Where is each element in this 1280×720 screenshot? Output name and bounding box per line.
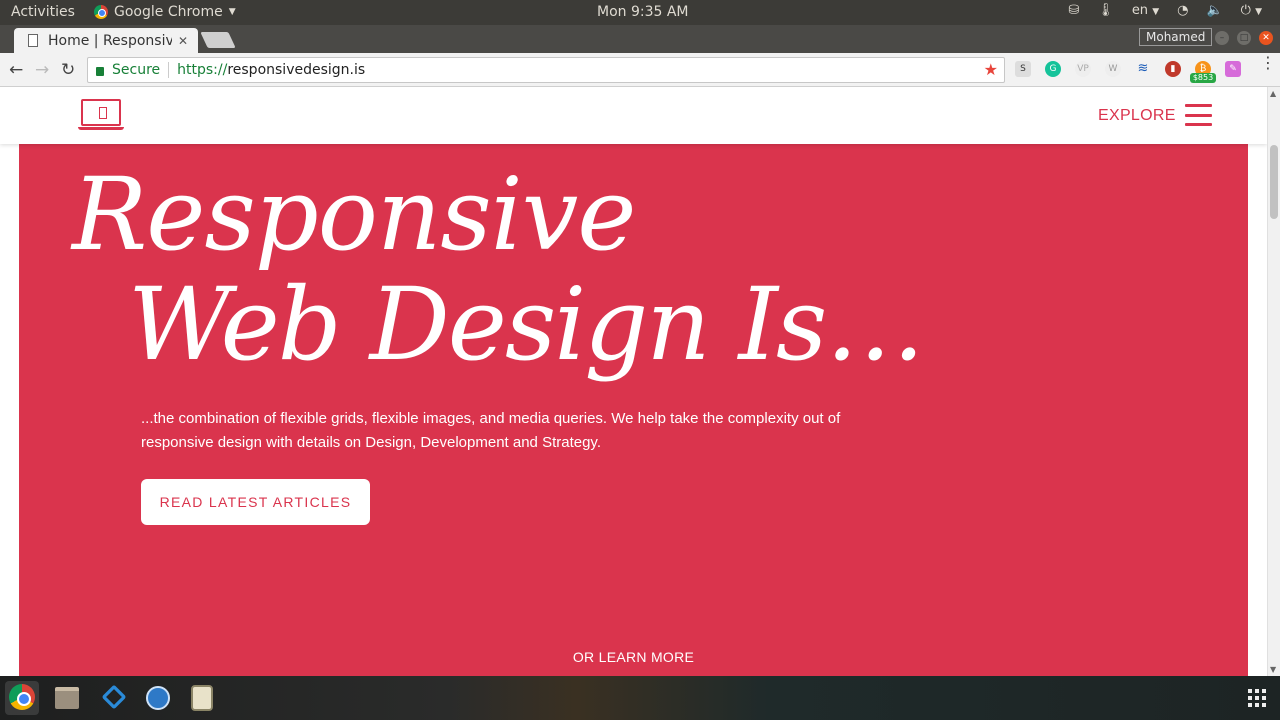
close-window-button[interactable]: ✕ — [1259, 31, 1273, 45]
grammarly-icon[interactable]: G — [1045, 61, 1061, 77]
chrome-icon — [94, 5, 108, 19]
secure-label: Secure — [112, 62, 161, 78]
forward-button[interactable]: → — [35, 60, 49, 80]
scrollbar-thumb[interactable] — [1270, 145, 1278, 219]
scroll-down-icon[interactable]: ▼ — [1270, 665, 1276, 674]
wordpress-icon[interactable]: W — [1105, 61, 1121, 77]
app-menu-label: Google Chrome — [114, 4, 223, 20]
hamburger-menu-icon[interactable] — [1185, 104, 1212, 126]
drive-icon[interactable]: ⛁ — [1068, 3, 1079, 18]
extension-badge: $853 — [1190, 73, 1216, 83]
chrome-icon[interactable] — [9, 684, 35, 710]
thermometer-icon[interactable]: 🌡 — [1097, 3, 1114, 18]
bookmark-star-icon[interactable]: ★ — [984, 60, 998, 79]
app-menu[interactable]: Google Chrome ▼ — [94, 4, 236, 20]
stats-icon[interactable]: ▮ — [1165, 61, 1181, 77]
reload-button[interactable]: ↻ — [61, 60, 75, 80]
extension-color-icon[interactable]: ✎ — [1225, 61, 1241, 77]
hero-section: Responsive Web Design Is… ...the combina… — [19, 144, 1248, 676]
browser-tab[interactable]: Home | Responsive ✕ — [14, 28, 198, 53]
browser-compass-icon[interactable] — [146, 686, 170, 710]
menu-icon[interactable]: ⋮ — [1260, 55, 1276, 71]
headline-line-2: Web Design Is… — [128, 266, 925, 383]
learn-more-link[interactable]: OR LEARN MORE — [19, 649, 1248, 665]
show-applications-icon[interactable] — [1248, 689, 1266, 707]
back-button[interactable]: ← — [9, 60, 23, 80]
power-icon[interactable]: ⏻ ▼ — [1241, 3, 1262, 18]
tab-strip: Home | Responsive ✕ Mohamed – □ ✕ — [0, 25, 1280, 53]
activities-button[interactable]: Activities — [11, 4, 75, 20]
minimize-button[interactable]: – — [1215, 31, 1229, 45]
system-tray: ⛁ 🌡 en ▼ ◔ 🔈 ⏻ ▼ — [1068, 3, 1262, 18]
chevron-down-icon: ▼ — [1152, 7, 1160, 17]
explore-link[interactable]: EXPLORE — [1098, 107, 1176, 125]
address-bar[interactable]: Secure https:// responsivedesign.is ★ — [87, 57, 1005, 83]
language-label: en — [1131, 3, 1149, 18]
language-indicator[interactable]: en ▼ — [1132, 3, 1159, 18]
scroll-up-icon[interactable]: ▲ — [1270, 89, 1276, 98]
maximize-button[interactable]: □ — [1237, 31, 1251, 45]
page-icon — [28, 34, 38, 47]
site-header: EXPLORE — [0, 87, 1267, 144]
page-viewport: EXPLORE Responsive Web Design Is… ...the… — [0, 87, 1267, 676]
site-logo-icon[interactable] — [78, 99, 124, 131]
read-latest-articles-button[interactable]: READ LATEST ARTICLES — [141, 479, 370, 525]
profile-button[interactable]: Mohamed — [1139, 28, 1213, 46]
page-scrollbar[interactable]: ▲ ▼ — [1267, 87, 1280, 676]
lock-icon — [96, 66, 104, 76]
extension-vp-icon[interactable]: VP — [1075, 61, 1091, 77]
extension-s-icon[interactable]: S — [1015, 61, 1031, 77]
steem-icon[interactable]: ≋ — [1135, 61, 1151, 77]
volume-icon[interactable]: 🔈 — [1206, 3, 1222, 18]
system-top-bar: Activities Google Chrome ▼ Mon 9:35 AM ⛁… — [0, 0, 1280, 25]
vscode-icon[interactable] — [101, 684, 127, 710]
browser-toolbar: ← → ↻ Secure https:// responsivedesign.i… — [0, 53, 1280, 87]
divider — [168, 62, 170, 78]
headline-line-1: Responsive — [72, 156, 636, 273]
tab-title: Home | Responsive — [48, 32, 172, 49]
files-icon[interactable] — [55, 687, 79, 709]
url-host: responsivedesign.is — [227, 62, 366, 78]
hero-description: ...the combination of flexible grids, fl… — [141, 410, 841, 451]
chevron-down-icon: ▼ — [228, 7, 236, 17]
dock — [0, 676, 1280, 720]
app-icon[interactable] — [191, 685, 213, 711]
clock[interactable]: Mon 9:35 AM — [597, 4, 689, 20]
url-scheme: https:// — [177, 62, 228, 78]
close-tab-icon[interactable]: ✕ — [178, 34, 188, 48]
new-tab-button[interactable] — [200, 32, 236, 48]
wifi-icon[interactable]: ◔ — [1177, 3, 1188, 18]
